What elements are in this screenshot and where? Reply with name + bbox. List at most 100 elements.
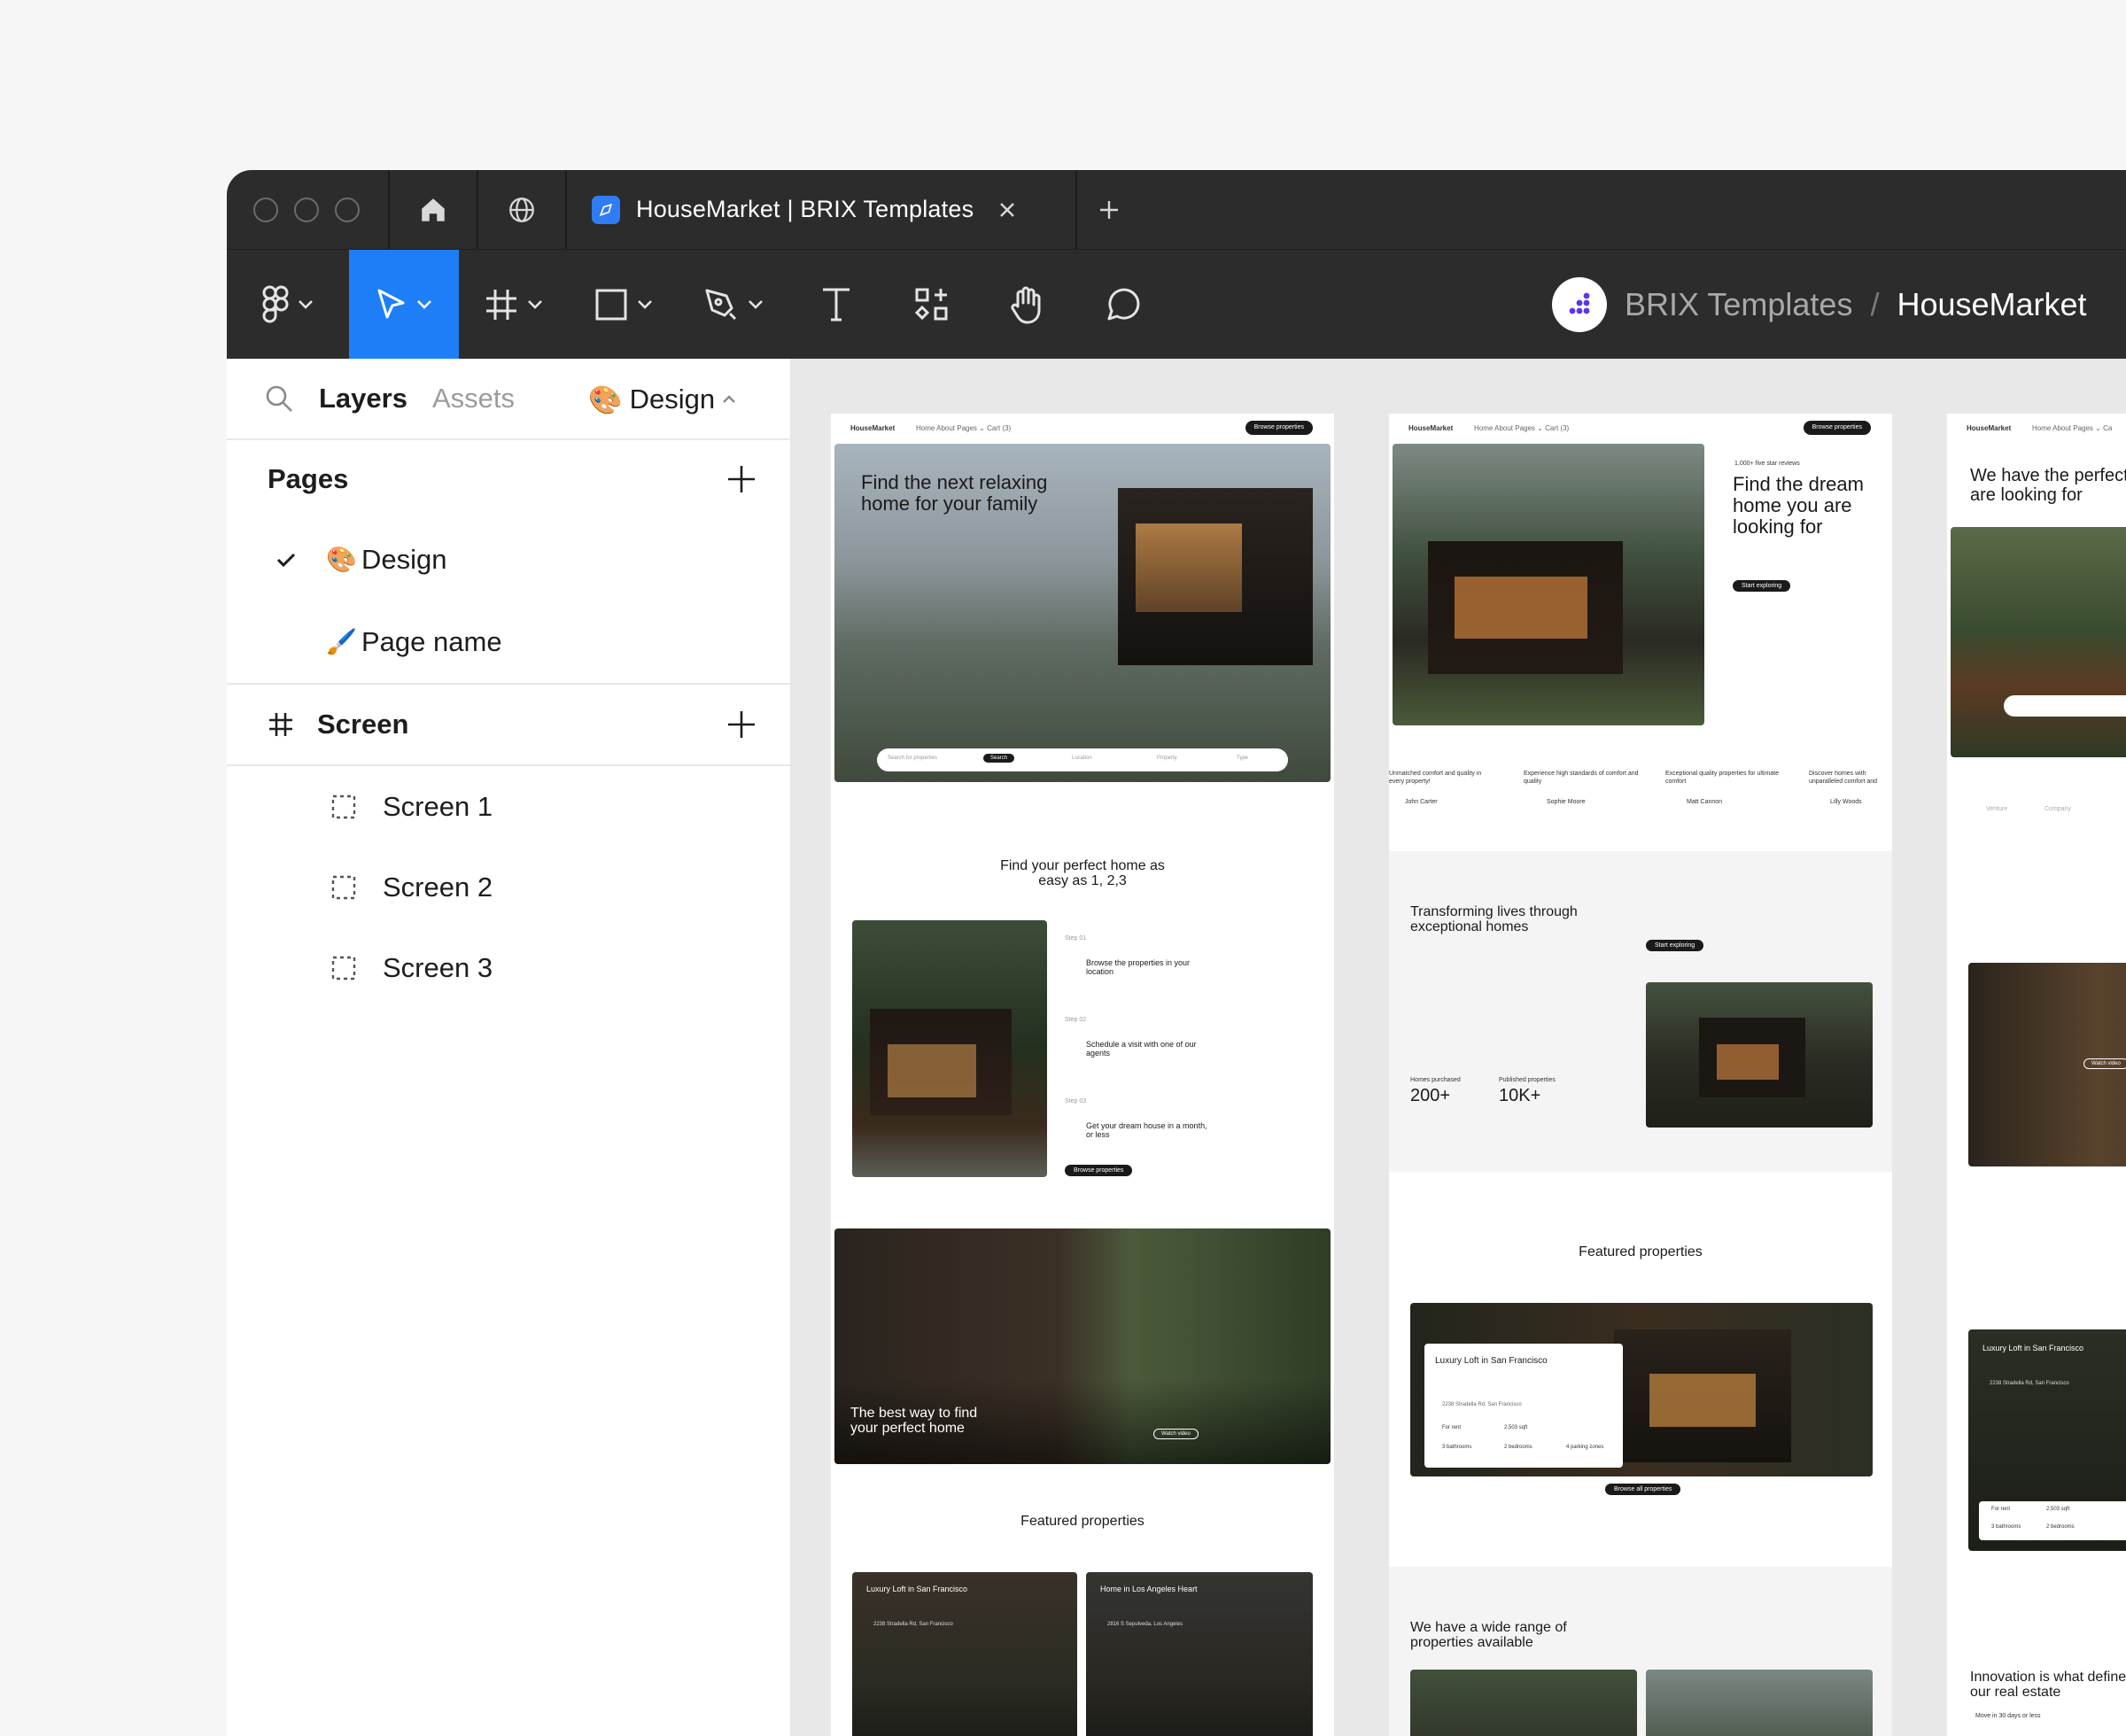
screen3-kitchen-image: Watch video [1968, 963, 2126, 1166]
main-menu-button[interactable] [227, 250, 349, 360]
window-controls [227, 170, 390, 249]
left-sidebar: Layers Assets 🎨 Design Pages 🎨 Design 🖌️… [227, 359, 792, 1736]
stat-value: 200+ [1410, 1086, 1451, 1105]
page-label: Page name [361, 625, 502, 657]
community-tab[interactable] [478, 170, 567, 249]
mock-navbar: HouseMarket Home About Pages ⌄ Cart (3) … [1389, 414, 1892, 440]
breadcrumb-file-name[interactable]: HouseMarket [1897, 286, 2086, 323]
text-tool-button[interactable] [788, 250, 884, 360]
logo-text: Company [2045, 806, 2071, 812]
figma-file-icon [592, 195, 620, 224]
minimize-window-button[interactable] [294, 197, 319, 222]
tab-housemarket[interactable]: HouseMarket | BRIX Templates [567, 170, 1077, 249]
card-address: 2238 Stradella Rd, San Francisco [1990, 1381, 2069, 1386]
hero-type-select: Type [1237, 756, 1249, 761]
screen2-hero-cta: Start exploring [1733, 580, 1791, 592]
rectangle-tool-button[interactable] [569, 250, 679, 360]
pages-section-header: Pages [227, 440, 790, 518]
card-fact: 2,503 sqft [2046, 1507, 2070, 1512]
chevron-up-icon [723, 395, 735, 403]
add-page-plus-icon[interactable] [726, 464, 757, 494]
design-canvas[interactable]: HouseMarket Home About Pages ⌄ Cart (3) … [792, 359, 2126, 1736]
home-tab[interactable] [390, 170, 478, 249]
layer-label: Screen 3 [383, 951, 493, 983]
layer-item-screen-1[interactable]: Screen 1 [227, 766, 790, 847]
property-card: Luxury Loft in San Francisco 2238 Strade… [852, 1572, 1077, 1736]
chevron-down-icon [528, 299, 542, 309]
stat-label: Homes purchased [1410, 1077, 1461, 1083]
dashed-frame-icon [331, 875, 356, 899]
screen2-hero-title: Find the dream home you are looking for [1733, 473, 1864, 538]
tab-bar: HouseMarket | BRIX Templates [227, 170, 2126, 249]
card-facts-panel: For rent 2,503 sqft 3 bathrooms 2 bedroo… [1979, 1501, 2126, 1540]
house-window-glow [1649, 1374, 1756, 1427]
breadcrumb-team[interactable]: BRIX Templates [1625, 286, 1852, 323]
search-icon[interactable] [264, 384, 294, 414]
range-image [1646, 1670, 1873, 1736]
chevron-down-icon [299, 299, 313, 309]
screen2-featured-cta: Browse all properties [1605, 1484, 1681, 1495]
step-title: Schedule a visit with one of our agents [1086, 1040, 1197, 1058]
testimonial-quote: Unmatched comfort and quality in every p… [1389, 771, 1482, 786]
comment-tool-button[interactable] [1075, 250, 1171, 360]
layer-item-screen-3[interactable]: Screen 3 [227, 927, 790, 1008]
about-image-house [1646, 982, 1873, 1128]
card-fact: 2 bedrooms [1504, 1445, 1532, 1450]
close-icon[interactable] [998, 201, 1016, 219]
featured-card-panel: Luxury Loft in San Francisco 2238 Strade… [1424, 1344, 1623, 1468]
card-fact: 2 bedrooms [2046, 1524, 2075, 1530]
screen1-video-title: The best way to find your perfect home [850, 1406, 978, 1437]
hero-search-placeholder: Search for properties [888, 756, 938, 761]
mock-brand: HouseMarket [850, 424, 896, 432]
screen-3-frame[interactable]: HouseMarket Home About Pages ⌄ Ca We hav… [1947, 414, 2126, 1736]
brix-logo-icon [1552, 277, 1607, 332]
card-fact: For rent [1991, 1507, 2011, 1512]
mock-brand: HouseMarket [1408, 424, 1454, 432]
screen-layer-row[interactable]: Screen [227, 685, 790, 764]
screen2-about-cta: Start exploring [1646, 940, 1704, 951]
screen-2-frame[interactable]: HouseMarket Home About Pages ⌄ Cart (3) … [1389, 414, 1892, 1736]
tab-assets[interactable]: Assets [432, 383, 515, 415]
move-tool-button[interactable] [349, 249, 459, 360]
layer-item-screen-2[interactable]: Screen 2 [227, 847, 790, 927]
current-page-label: Design [629, 384, 716, 415]
breadcrumb-separator: / [1870, 286, 1880, 322]
card-title: Luxury Loft in San Francisco [866, 1585, 968, 1593]
new-tab-button[interactable] [1077, 170, 1141, 249]
video-cta: Watch video [1153, 1429, 1199, 1439]
screen1-featured-title: Featured properties [1020, 1514, 1144, 1529]
pen-tool-button[interactable] [679, 250, 788, 360]
page-item-page-name[interactable]: 🖌️ Page name [227, 601, 790, 683]
featured-property-image: Luxury Loft in San Francisco 2238 Strade… [1410, 1303, 1873, 1476]
hero-property-select: Property [1157, 756, 1177, 761]
range-image [1410, 1670, 1637, 1736]
close-window-button[interactable] [253, 197, 278, 222]
screen-1-frame[interactable]: HouseMarket Home About Pages ⌄ Cart (3) … [831, 414, 1334, 1736]
innovation-note: Move in 30 days or less [1975, 1713, 2041, 1719]
card-title: Luxury Loft in San Francisco [1982, 1344, 2084, 1352]
hand-icon [1011, 286, 1041, 323]
tab-title: HouseMarket | BRIX Templates [636, 196, 974, 222]
tab-layers[interactable]: Layers [319, 383, 407, 415]
house-window-glow [1455, 577, 1587, 639]
reviews-badge: 1,000+ five star reviews [1734, 461, 1800, 467]
card-fact: 3 bathrooms [1991, 1524, 2021, 1530]
steps-cta: Browse properties [1065, 1165, 1133, 1176]
shapes-resources-icon [914, 288, 948, 320]
hand-tool-button[interactable] [980, 250, 1075, 360]
card-fact: 3 bathrooms [1442, 1445, 1472, 1450]
screen2-range-title: We have a wide range of properties avail… [1410, 1620, 1567, 1651]
palette-emoji-icon: 🎨 [588, 384, 623, 415]
step-number: Step 03 [1065, 1098, 1087, 1104]
mock-nav-cta: Browse properties [1245, 421, 1313, 435]
maximize-window-button[interactable] [335, 197, 360, 222]
card-title: Luxury Loft in San Francisco [1435, 1356, 1548, 1366]
testimonial-quote: Exceptional quality properties for ultim… [1665, 771, 1780, 786]
screen3-innovation-title: Innovation is what define our real estat… [1970, 1670, 2126, 1701]
page-item-design[interactable]: 🎨 Design [227, 518, 790, 601]
page-switcher[interactable]: 🎨 Design [588, 359, 736, 440]
frame-tool-button[interactable] [459, 250, 569, 360]
pen-icon [705, 289, 737, 320]
add-layer-plus-icon[interactable] [726, 709, 757, 740]
resources-tool-button[interactable] [884, 250, 980, 360]
